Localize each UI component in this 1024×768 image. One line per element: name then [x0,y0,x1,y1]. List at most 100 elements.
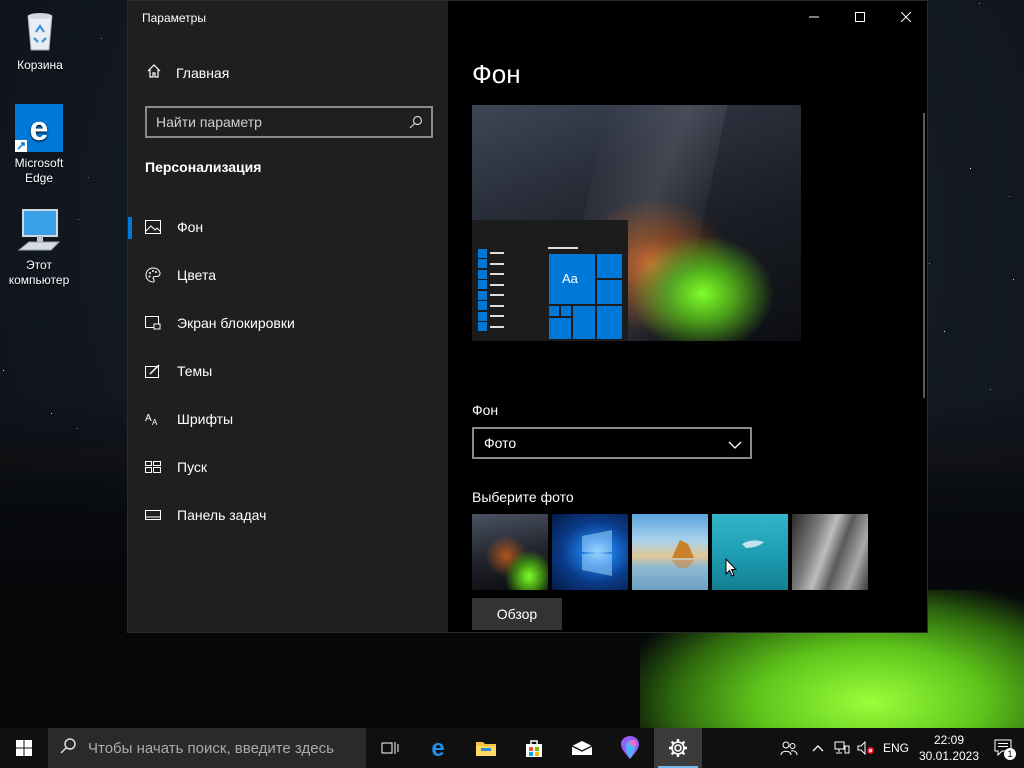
palette-icon [145,267,161,283]
action-center-button[interactable]: 1 [984,728,1024,768]
paint-3d-icon [621,736,639,759]
mouse-cursor-icon [725,557,738,583]
system-tray: ENG 22:09 30.01.2023 1 [772,728,1024,768]
language-indicator[interactable]: ENG [878,728,914,768]
desktop-icon-this-pc[interactable]: Этот компьютер [0,206,79,288]
background-type-value: Фото [484,435,517,451]
windows-logo-icon [16,740,32,756]
desktop-icon-label: Этот компьютер [8,258,70,287]
photo-thumbnails [472,514,868,590]
mail-icon [571,741,593,755]
nav-item-fonts[interactable]: AA Шрифты [128,399,448,439]
clock-time: 22:09 [933,733,965,747]
browse-button[interactable]: Обзор [472,598,562,630]
volume-button[interactable] [854,728,878,768]
folder-icon [476,742,496,756]
photo-thumbnail[interactable] [472,514,548,590]
svg-text:A: A [152,418,158,426]
nav-item-label: Пуск [177,459,208,475]
volume-muted-icon [857,741,874,755]
preview-mini-tiles: Aa [548,253,623,340]
preview-mini-list [478,248,508,332]
settings-window: Главная Найти параметр Персонализация Фо… [127,0,928,633]
desktop-icon-edge[interactable]: e Microsoft Edge [0,104,79,186]
background-preview: Aa [472,105,801,341]
notification-count-badge: 1 [1004,748,1016,760]
photo-thumbnail[interactable] [552,514,628,590]
gear-icon [669,739,687,757]
taskbar-search-input[interactable]: Чтобы начать поиск, введите здесь [48,728,366,768]
computer-icon [15,206,63,254]
taskbar-settings-button[interactable] [654,728,702,768]
preview-mini-window: Aa [472,220,628,341]
clock-date: 30.01.2023 [918,749,980,763]
start-icon [145,459,161,475]
svg-text:e: e [431,737,444,759]
nav-item-start[interactable]: Пуск [128,447,448,487]
edge-icon: e [431,737,444,759]
search-placeholder: Найти параметр [156,114,262,130]
background-type-select[interactable]: Фото [472,427,752,459]
content-scrollbar[interactable] [923,113,925,398]
nav-section-title: Персонализация [145,159,262,175]
desktop-icon-label: Корзина [17,58,63,72]
themes-icon [145,363,161,379]
people-icon [780,741,798,756]
edge-icon: e [15,104,63,152]
taskbar-search-placeholder: Чтобы начать поиск, введите здесь [88,739,334,757]
taskbar-edge-button[interactable]: e [414,728,462,768]
taskbar-mail-button[interactable] [558,728,606,768]
store-icon [526,740,542,757]
start-button[interactable] [0,728,48,768]
photo-thumbnail[interactable] [712,514,788,590]
window-title: Параметры [142,11,206,25]
nav-home-label: Главная [176,64,230,81]
chevron-down-icon [728,437,742,453]
taskbar-icon [145,507,161,523]
home-icon [146,63,162,82]
nav-item-colors[interactable]: Цвета [128,255,448,295]
nav-item-label: Панель задач [177,507,267,523]
image-icon [145,219,161,235]
search-icon [60,738,76,758]
svg-text:A: A [145,413,152,424]
nav-item-background[interactable]: Фон [128,207,448,247]
page-title: Фон [472,59,521,89]
svg-text:e: e [30,110,49,148]
photo-thumbnail[interactable] [632,514,708,590]
recycle-bin-icon [16,6,64,54]
nav-item-label: Экран блокировки [177,315,295,331]
search-icon [409,115,423,132]
preview-tile-text: Aa [562,271,578,286]
nav-item-label: Фон [177,219,204,235]
desktop-icon-label: Microsoft Edge [14,156,64,185]
desktop-icon-recycle-bin[interactable]: Корзина [0,6,80,73]
taskbar-paint3d-button[interactable] [606,728,654,768]
network-icon [834,741,850,754]
nav-item-themes[interactable]: Темы [128,351,448,391]
nav-item-taskbar[interactable]: Панель задач [128,495,448,535]
nav-item-label: Цвета [177,267,216,283]
taskbar-store-button[interactable] [510,728,558,768]
photo-thumbnail[interactable] [792,514,868,590]
show-hidden-icons-button[interactable] [806,728,830,768]
background-label: Фон [472,402,499,418]
network-button[interactable] [830,728,854,768]
people-button[interactable] [772,728,806,768]
task-view-icon [381,742,399,754]
fonts-icon: AA [145,411,161,427]
taskbar-clock[interactable]: 22:09 30.01.2023 [914,732,984,764]
settings-content: Фон Aa Фон Фото Выберите фото Обзор [448,1,927,632]
lock-screen-icon [145,315,161,331]
nav-item-label: Темы [177,363,213,379]
taskbar-explorer-button[interactable] [462,728,510,768]
chevron-up-icon [812,745,824,752]
nav-item-lock-screen[interactable]: Экран блокировки [128,303,448,343]
task-view-button[interactable] [366,728,414,768]
nav-home[interactable]: Главная [146,63,229,82]
settings-nav-pane: Главная Найти параметр Персонализация Фо… [128,1,448,632]
choose-photo-label: Выберите фото [472,489,574,505]
taskbar: Чтобы начать поиск, введите здесь e ENG [0,728,1024,768]
nav-item-label: Шрифты [177,411,234,427]
settings-search-input[interactable]: Найти параметр [145,106,433,138]
